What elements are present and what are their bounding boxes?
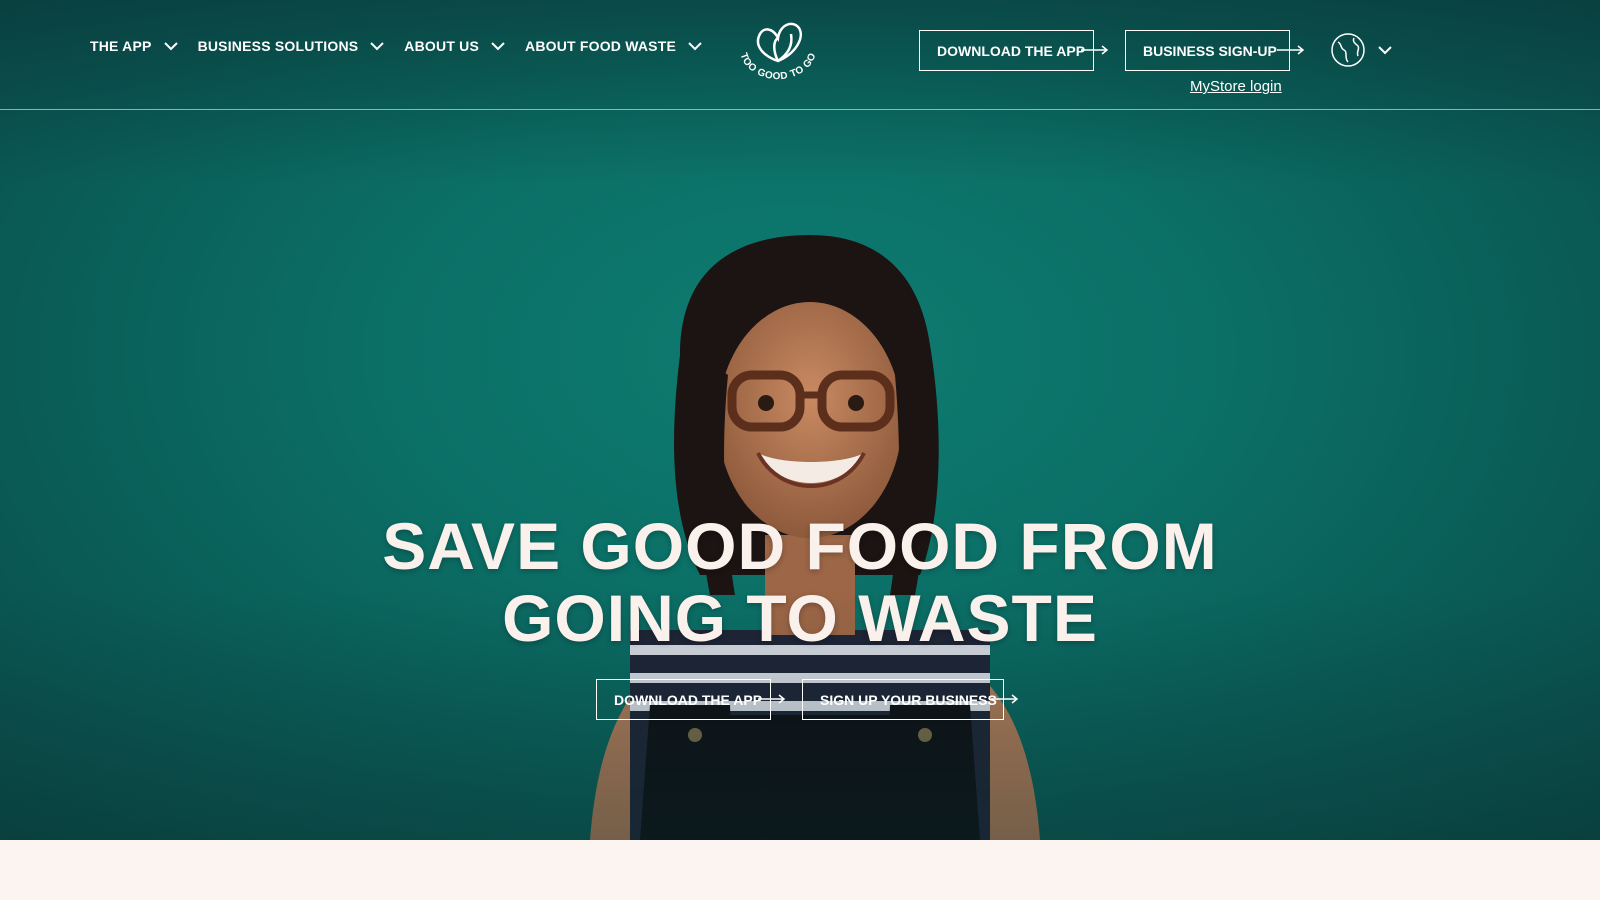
globe-icon [1331, 33, 1365, 67]
chevron-down-icon [370, 41, 385, 50]
nav-item-label: THE APP [90, 38, 152, 54]
nav-item-label: BUSINESS SOLUTIONS [197, 38, 359, 54]
nav-item-label: ABOUT US [404, 38, 480, 54]
logo-text: TOO GOOD TO GO [738, 51, 819, 82]
chevron-down-icon [688, 41, 702, 50]
hero-title: SAVE GOOD FOOD FROM GOING TO WASTE [300, 510, 1300, 654]
arrow-right-icon [991, 694, 1019, 704]
nav-item-about-food-waste[interactable]: ABOUT FOOD WASTE [525, 38, 702, 54]
chevron-down-icon [491, 41, 505, 50]
main-nav: THE APP BUSINESS SOLUTIONS ABOUT US ABOU… [90, 38, 722, 54]
hero-title-line-2: GOING TO WASTE [502, 581, 1098, 655]
nav-item-label: ABOUT FOOD WASTE [525, 38, 676, 54]
nav-item-business-solutions[interactable]: BUSINESS SOLUTIONS [198, 38, 385, 54]
hero-section [0, 0, 1600, 840]
header-business-signup-label: BUSINESS SIGN-UP [1143, 42, 1277, 59]
too-good-to-go-logo[interactable]: TOO GOOD TO GO [733, 16, 823, 88]
nav-item-about-us[interactable]: ABOUT US [404, 38, 505, 54]
header-download-app-label: DOWNLOAD THE APP [937, 42, 1086, 59]
header-download-app-button[interactable]: DOWNLOAD THE APP [919, 30, 1109, 71]
hero-download-app-button[interactable]: DOWNLOAD THE APP [596, 679, 786, 720]
arrow-right-icon [1081, 45, 1109, 55]
hero-sign-up-business-button[interactable]: SIGN UP YOUR BUSINESS [802, 679, 1019, 720]
svg-text:TOO GOOD TO GO: TOO GOOD TO GO [738, 51, 819, 82]
mystore-login-link[interactable]: MyStore login [1190, 78, 1282, 95]
nav-item-the-app[interactable]: THE APP [90, 38, 178, 54]
arrow-right-icon [758, 694, 786, 704]
hero-overlay [0, 0, 1600, 840]
arrow-right-icon [1277, 45, 1305, 55]
hero-sign-up-business-label: SIGN UP YOUR BUSINESS [820, 691, 997, 708]
hero-title-line-1: SAVE GOOD FOOD FROM [382, 509, 1218, 583]
chevron-down-icon [163, 41, 178, 50]
chevron-down-icon [1378, 45, 1392, 54]
site-header: THE APP BUSINESS SOLUTIONS ABOUT US ABOU… [0, 0, 1600, 110]
hero-download-app-label: DOWNLOAD THE APP [614, 691, 763, 708]
header-business-signup-button[interactable]: BUSINESS SIGN-UP [1125, 30, 1305, 71]
language-selector[interactable] [1330, 32, 1392, 68]
